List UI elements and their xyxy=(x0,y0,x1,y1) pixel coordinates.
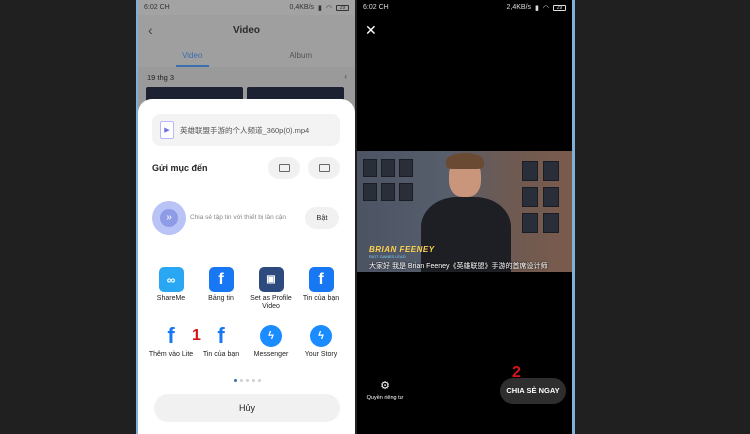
close-icon[interactable]: ✕ xyxy=(365,22,377,39)
app-label: Set as Profile Video xyxy=(250,295,292,310)
share-target-facebook-story[interactable]: f Tin của bạn xyxy=(296,267,346,319)
status-bar: 6:02 CH 0,4KB/s ▮ ◠ 29 xyxy=(138,0,355,15)
gallery-tabs: Video Album xyxy=(138,45,355,67)
name-subtitle-overlay: RIOT GAMES LEAD xyxy=(369,254,406,259)
screenshot-stage: 6:02 CH 0,4KB/s ▮ ◠ 29 ‹ Video Video Alb… xyxy=(0,0,750,434)
gallery-header: ‹ Video xyxy=(138,15,355,45)
wall-poster xyxy=(363,159,377,177)
wall-poster xyxy=(543,187,559,207)
app-label: ShareMe xyxy=(156,295,186,302)
cancel-button[interactable]: Hủy xyxy=(154,394,340,422)
page-dot xyxy=(258,379,261,382)
app-label: Tin của bạn xyxy=(302,295,340,302)
wall-poster xyxy=(399,159,413,177)
wifi-icon: ◠ xyxy=(542,4,549,12)
file-preview: ▶ 英雄联盟手游的个人频道_360p(0).mp4 xyxy=(152,114,340,146)
page-dot xyxy=(252,379,255,382)
share-target-facebook-lite[interactable]: f Thêm vào Lite xyxy=(146,323,196,375)
battery-icon: 29 xyxy=(336,4,349,11)
wifi-icon: ◠ xyxy=(325,4,332,12)
wall-poster xyxy=(522,187,538,207)
privacy-button[interactable]: ⚙ Quyền riêng tư xyxy=(363,380,407,402)
wall-poster xyxy=(381,159,395,177)
share-app-grid: ∞ ShareMe f Bảng tin ▣ Set as Profile Vi… xyxy=(146,267,348,375)
facebook-lite-icon: f xyxy=(167,322,175,348)
facebook-icon: f xyxy=(217,322,225,348)
name-overlay: BRIAN FEENEY xyxy=(369,245,435,254)
chevron-right-icon: » xyxy=(160,209,178,227)
page-dot xyxy=(246,379,249,382)
nearby-share-row: » Chia sẻ tập tin với thiết bị lân cận B… xyxy=(152,201,342,237)
wall-poster xyxy=(363,183,377,201)
share-sheet: ▶ 英雄联盟手游的个人频道_360p(0).mp4 Gửi mục đến » … xyxy=(138,99,355,434)
wall-poster xyxy=(522,213,538,233)
left-phone-screen: 6:02 CH 0,4KB/s ▮ ◠ 29 ‹ Video Video Alb… xyxy=(138,0,355,434)
facebook-icon: f xyxy=(208,267,234,292)
battery-icon: 29 xyxy=(553,4,566,11)
wall-poster xyxy=(543,161,559,181)
signal-icon: ▮ xyxy=(535,4,539,12)
share-target-messenger-story[interactable]: ϟ Your Story xyxy=(296,323,346,375)
share-now-button[interactable]: CHIA SẺ NGAY xyxy=(500,378,566,404)
wall-poster xyxy=(399,183,413,201)
back-arrow-icon[interactable]: ‹ xyxy=(148,22,153,38)
tab-video[interactable]: Video xyxy=(138,45,247,67)
cast-screen-button[interactable] xyxy=(308,157,340,179)
video-preview[interactable]: BRIAN FEENEY RIOT GAMES LEAD 大家好 我是 Bria… xyxy=(357,151,572,272)
print-button[interactable] xyxy=(268,157,300,179)
send-to-title: Gửi mục đến xyxy=(152,163,208,173)
network-speed: 0,4KB/s xyxy=(289,4,315,11)
date-group-header: 19 thg 3 ‹ xyxy=(138,67,355,87)
status-bar: 6:02 CH 2,4KB/s ▮ ◠ 29 xyxy=(357,0,572,15)
page-title: Video xyxy=(232,24,261,36)
share-target-profile-video[interactable]: ▣ Set as Profile Video xyxy=(246,267,296,319)
app-label: Thêm vào Lite xyxy=(148,351,194,358)
tab-album[interactable]: Album xyxy=(247,45,356,67)
shareme-icon: ∞ xyxy=(158,267,184,292)
network-speed: 2,4KB/s xyxy=(506,4,532,11)
app-label: Tin của bạn xyxy=(202,351,240,358)
printer-icon xyxy=(278,164,290,172)
file-name: 英雄联盟手游的个人频道_360p(0).mp4 xyxy=(180,125,310,135)
messenger-icon: ϟ xyxy=(259,323,284,348)
messenger-icon: ϟ xyxy=(309,323,334,348)
more-icon[interactable]: ‹ xyxy=(344,72,347,81)
presenter-hair xyxy=(446,153,484,169)
app-label: Messenger xyxy=(253,351,289,358)
video-file-icon: ▶ xyxy=(160,121,174,139)
status-time: 6:02 CH xyxy=(144,4,170,11)
enable-nearby-button[interactable]: Bật xyxy=(305,207,339,229)
right-phone-screen: 6:02 CH 2,4KB/s ▮ ◠ 29 ✕ BRIAN FEENEY RI… xyxy=(357,0,572,434)
wall-poster xyxy=(381,183,395,201)
app-label: Your Story xyxy=(304,351,338,358)
signal-icon: ▮ xyxy=(318,4,322,12)
step-marker-1: 1 xyxy=(192,327,201,344)
video-subtitle: 大家好 我是 Brian Feeney《英雄联盟》手游的首席设计师 xyxy=(369,263,548,270)
share-target-facebook-feed[interactable]: f Bảng tin xyxy=(196,267,246,319)
share-target-messenger[interactable]: ϟ Messenger xyxy=(246,323,296,375)
page-dot xyxy=(234,379,237,382)
facebook-profile-icon: ▣ xyxy=(258,267,284,292)
wall-poster xyxy=(543,213,559,233)
nearby-share-icon: » xyxy=(152,201,186,235)
wall-poster xyxy=(522,161,538,181)
page-dot xyxy=(240,379,243,382)
share-target-shareme[interactable]: ∞ ShareMe xyxy=(146,267,196,319)
page-indicator xyxy=(234,379,261,382)
divider-right xyxy=(572,0,575,434)
privacy-label: Quyền riêng tư xyxy=(366,395,404,401)
share-target-facebook-story-lite[interactable]: 1 f Tin của bạn xyxy=(192,322,246,375)
facebook-icon: f xyxy=(308,267,334,292)
gear-icon: ⚙ xyxy=(380,380,390,392)
status-time: 6:02 CH xyxy=(363,4,389,11)
nearby-share-text: Chia sẻ tập tin với thiết bị lân cận xyxy=(190,214,287,221)
date-label: 19 thg 3 xyxy=(147,73,175,82)
monitor-icon xyxy=(318,164,330,172)
app-label: Bảng tin xyxy=(208,295,234,302)
